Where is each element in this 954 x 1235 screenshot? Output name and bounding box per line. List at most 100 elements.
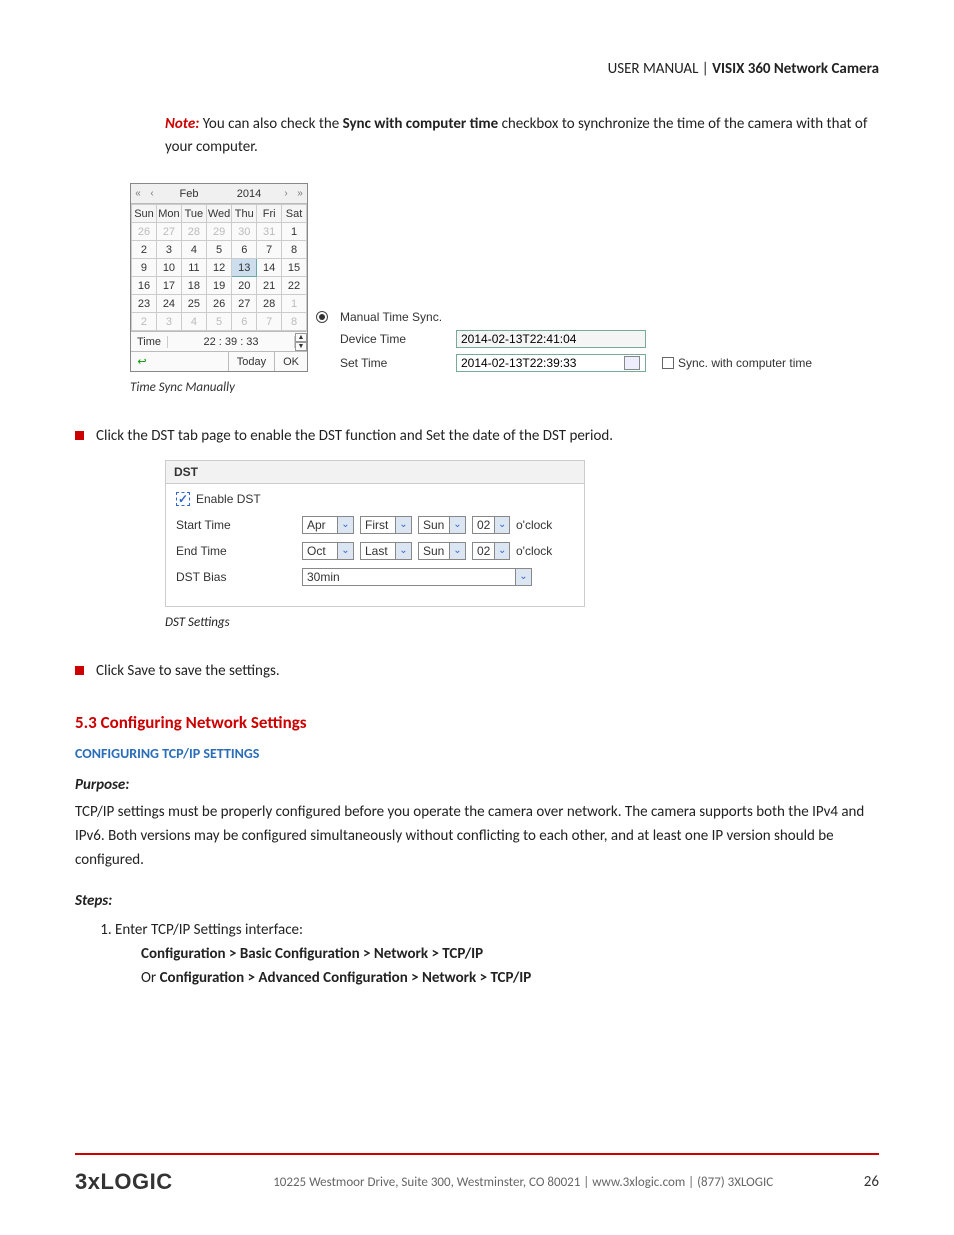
device-time-value — [456, 330, 646, 348]
sync-computer-checkbox[interactable] — [662, 357, 674, 369]
cal-day-cell[interactable]: 18 — [181, 277, 206, 295]
cal-day-cell[interactable]: 9 — [132, 259, 157, 277]
cal-day-cell[interactable]: 7 — [257, 313, 282, 331]
cal-day-cell[interactable]: 16 — [132, 277, 157, 295]
time-spinner[interactable]: ▲▼ — [295, 333, 307, 351]
chevron-down-icon: ⌄ — [449, 543, 465, 559]
cal-day-cell[interactable]: 20 — [232, 277, 257, 295]
cal-day-cell[interactable]: 11 — [181, 259, 206, 277]
cal-day-cell[interactable]: 31 — [257, 223, 282, 241]
chevron-down-icon: ⌄ — [494, 517, 509, 533]
purpose-label: Purpose: — [75, 776, 879, 794]
cal-day-cell[interactable]: 30 — [232, 223, 257, 241]
end-hour-select[interactable]: 02⌄ — [472, 542, 510, 560]
cal-day-cell[interactable]: 6 — [232, 313, 257, 331]
time-sync-figure: « ‹ Feb 2014 › » SunMonTueWedThuFriSat 2… — [130, 183, 879, 372]
config-path-alt: Or Configuration > Advanced Configuratio… — [141, 966, 879, 990]
enable-dst-checkbox[interactable]: ✓ — [176, 492, 190, 506]
cal-day-header: Tue — [181, 205, 206, 223]
cal-day-cell[interactable]: 8 — [282, 313, 307, 331]
cal-day-cell[interactable]: 4 — [181, 313, 206, 331]
cal-day-cell[interactable]: 6 — [232, 241, 257, 259]
purpose-text: TCP/IP settings must be properly configu… — [75, 800, 879, 872]
cal-day-cell[interactable]: 14 — [257, 259, 282, 277]
cal-day-cell[interactable]: 26 — [132, 223, 157, 241]
calendar-grid: SunMonTueWedThuFriSat 262728293031123456… — [131, 204, 307, 331]
start-week-select[interactable]: First⌄ — [360, 516, 412, 534]
today-button[interactable]: Today — [228, 352, 274, 371]
set-time-label: Set Time — [340, 356, 450, 370]
chevron-down-icon: ⌄ — [395, 517, 411, 533]
cal-next-month-icon[interactable]: › — [279, 188, 293, 199]
cal-day-cell[interactable]: 28 — [257, 295, 282, 313]
cal-day-cell[interactable]: 19 — [206, 277, 231, 295]
cal-day-cell[interactable]: 4 — [181, 241, 206, 259]
cal-day-cell[interactable]: 5 — [206, 313, 231, 331]
cal-day-cell[interactable]: 3 — [156, 313, 181, 331]
cal-month[interactable]: Feb — [159, 188, 219, 200]
cal-next-year-icon[interactable]: » — [293, 188, 307, 199]
cal-day-cell[interactable]: 24 — [156, 295, 181, 313]
cal-day-cell[interactable]: 1 — [282, 295, 307, 313]
cal-day-cell[interactable]: 10 — [156, 259, 181, 277]
dst-panel: DST ✓ Enable DST Start Time Apr⌄ First⌄ … — [165, 460, 585, 607]
cal-day-cell[interactable]: 27 — [156, 223, 181, 241]
cal-day-header: Thu — [232, 205, 257, 223]
enable-dst-label: Enable DST — [196, 492, 261, 506]
note-block: Note: You can also check the Sync with c… — [165, 113, 879, 158]
cal-prev-month-icon[interactable]: ‹ — [145, 188, 159, 199]
cal-day-cell[interactable]: 26 — [206, 295, 231, 313]
set-time-input[interactable] — [456, 354, 646, 372]
cal-time-label: Time — [131, 336, 167, 348]
end-day-select[interactable]: Sun⌄ — [418, 542, 466, 560]
page-number: 26 — [864, 1173, 879, 1191]
manual-sync-label: Manual Time Sync. — [340, 310, 812, 324]
cal-day-cell[interactable]: 22 — [282, 277, 307, 295]
note-label: Note: — [165, 115, 199, 133]
start-hour-select[interactable]: 02⌄ — [472, 516, 510, 534]
device-time-label: Device Time — [340, 332, 450, 346]
cal-day-header: Wed — [206, 205, 231, 223]
cal-day-cell[interactable]: 12 — [206, 259, 231, 277]
back-icon[interactable]: ↩ — [131, 352, 153, 371]
cal-day-cell[interactable]: 15 — [282, 259, 307, 277]
cal-day-cell[interactable]: 28 — [181, 223, 206, 241]
cal-day-cell[interactable]: 1 — [282, 223, 307, 241]
cal-day-cell[interactable]: 2 — [132, 313, 157, 331]
cal-day-cell[interactable]: 13 — [232, 259, 257, 277]
header-title: VISIX 360 Network Camera — [712, 60, 879, 78]
cal-day-cell[interactable]: 3 — [156, 241, 181, 259]
cal-day-cell[interactable]: 17 — [156, 277, 181, 295]
ok-button[interactable]: OK — [274, 352, 307, 371]
chevron-down-icon: ⌄ — [449, 517, 465, 533]
cal-day-header: Fri — [257, 205, 282, 223]
bullet-text: Click the DST tab page to enable the DST… — [96, 425, 613, 448]
end-month-select[interactable]: Oct⌄ — [302, 542, 354, 560]
oclock-label: o'clock — [516, 518, 552, 532]
cal-day-header: Sun — [132, 205, 157, 223]
dst-bias-select[interactable]: 30min⌄ — [302, 568, 532, 586]
end-week-select[interactable]: Last⌄ — [360, 542, 412, 560]
section-title: Configuring Network Settings — [101, 712, 307, 733]
start-day-select[interactable]: Sun⌄ — [418, 516, 466, 534]
cal-day-header: Mon — [156, 205, 181, 223]
chevron-down-icon: ⌄ — [515, 569, 531, 585]
footer-address: 10225 Westmoor Drive, Suite 300, Westmin… — [203, 1175, 844, 1190]
manual-sync-radio[interactable] — [316, 311, 328, 323]
calendar: « ‹ Feb 2014 › » SunMonTueWedThuFriSat 2… — [130, 183, 308, 372]
cal-day-cell[interactable]: 2 — [132, 241, 157, 259]
cal-year[interactable]: 2014 — [219, 188, 279, 200]
calendar-picker-icon[interactable] — [624, 356, 640, 370]
start-month-select[interactable]: Apr⌄ — [302, 516, 354, 534]
cal-day-cell[interactable]: 25 — [181, 295, 206, 313]
cal-day-cell[interactable]: 8 — [282, 241, 307, 259]
cal-day-cell[interactable]: 7 — [257, 241, 282, 259]
header-prefix: USER MANUAL | — [608, 60, 713, 78]
cal-day-cell[interactable]: 21 — [257, 277, 282, 295]
cal-prev-year-icon[interactable]: « — [131, 188, 145, 199]
cal-day-cell[interactable]: 5 — [206, 241, 231, 259]
cal-day-cell[interactable]: 27 — [232, 295, 257, 313]
cal-day-cell[interactable]: 23 — [132, 295, 157, 313]
cal-day-cell[interactable]: 29 — [206, 223, 231, 241]
cal-time-value[interactable]: 22 : 39 : 33 — [167, 336, 295, 348]
